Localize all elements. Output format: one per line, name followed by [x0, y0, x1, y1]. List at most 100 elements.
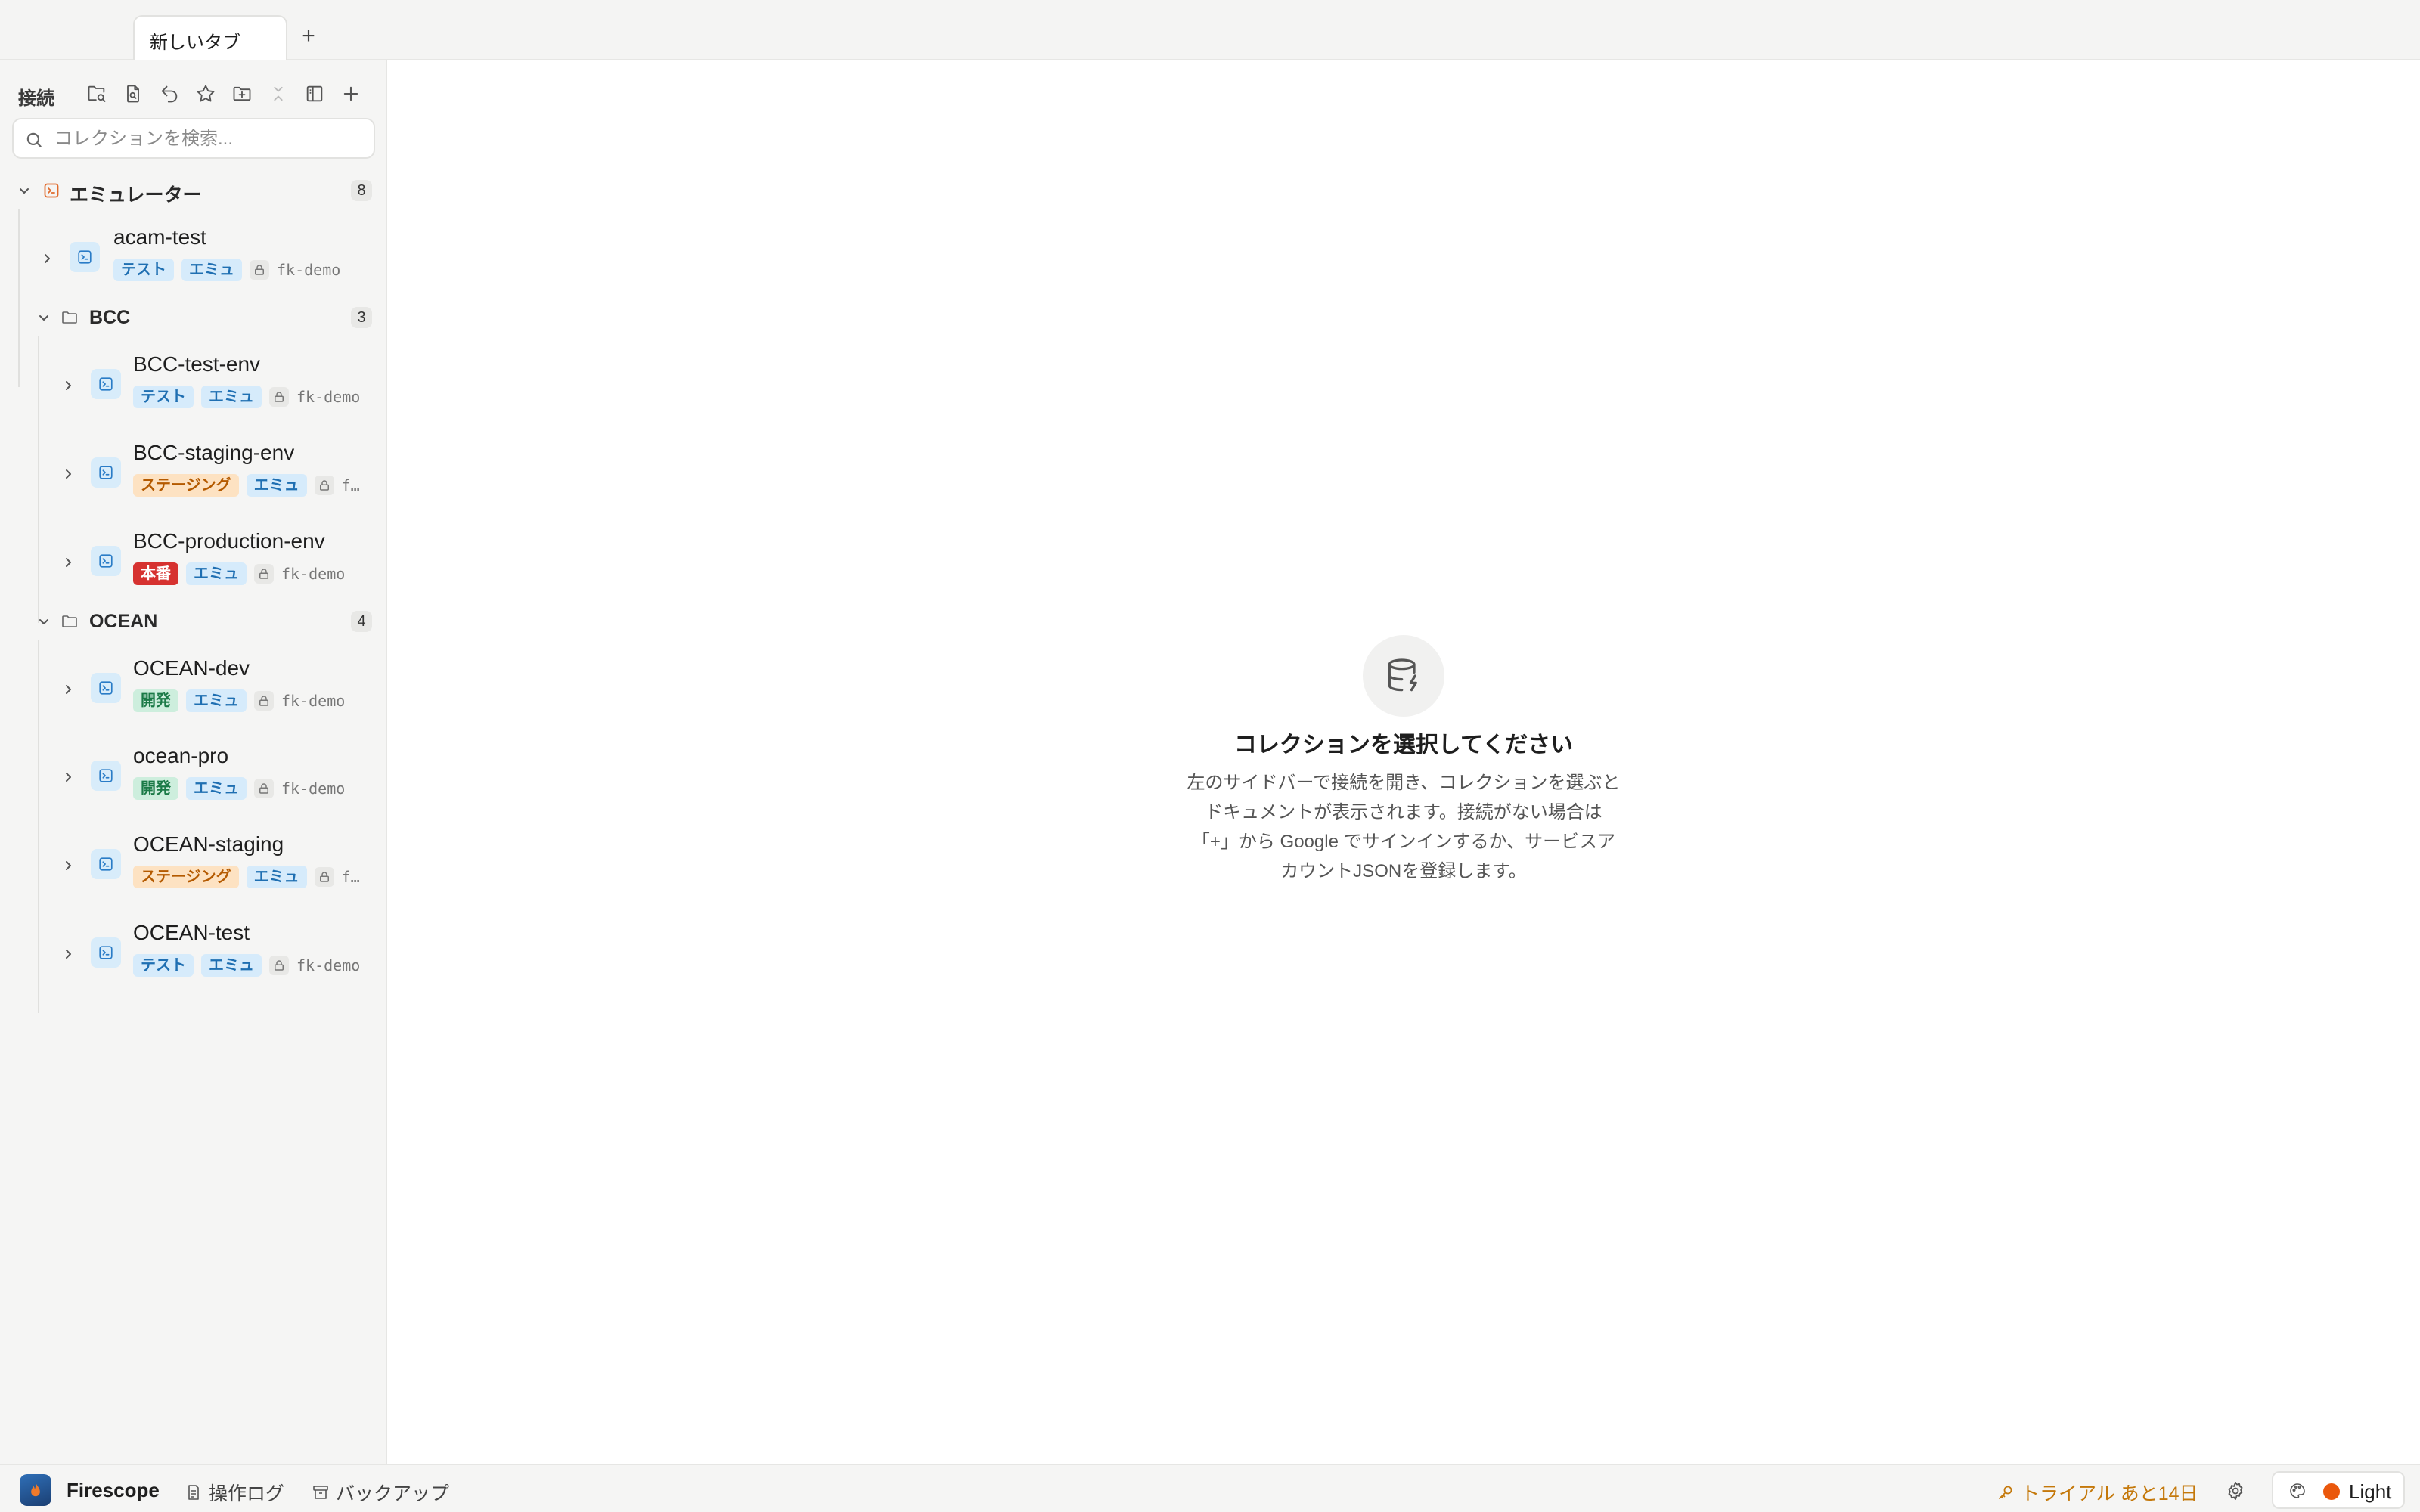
empty-state-description: 左のサイドバーで接続を開き、コレクションを選ぶと ドキュメントが表示されます。接…	[1177, 768, 1630, 886]
connection-name: BCC-production-env	[133, 529, 325, 553]
folder-icon	[62, 311, 77, 324]
connection-bcc-test-env[interactable]: BCC-test-env テスト エミュ fk-demo	[59, 352, 386, 428]
group-label: OCEAN	[89, 611, 158, 632]
connection-name: OCEAN-test	[133, 921, 250, 944]
emulator-tag: エミュ	[186, 689, 247, 712]
plus-icon	[343, 86, 358, 101]
palette-icon	[2290, 1483, 2305, 1498]
connection-acam-test[interactable]: acam-test テスト エミュ fk-demo	[38, 225, 386, 301]
emulator-tag: エミュ	[186, 777, 247, 800]
chevron-down-icon[interactable]	[35, 308, 53, 327]
emulator-tag: エミュ	[201, 954, 262, 977]
project-id: fk-demo	[281, 565, 346, 583]
folder-icon	[62, 615, 77, 627]
chevron-right-icon[interactable]	[59, 553, 77, 572]
connection-name: BCC-test-env	[133, 352, 261, 376]
chevron-down-icon[interactable]	[15, 181, 33, 200]
emulator-icon	[91, 937, 121, 968]
lock-icon	[269, 387, 289, 407]
env-tag: 本番	[133, 562, 178, 585]
emulator-icon	[44, 183, 59, 198]
theme-toggle-button[interactable]: Light	[2272, 1471, 2405, 1509]
group-label: BCC	[89, 307, 131, 328]
trial-label: トライアル あと14日	[2021, 1483, 2198, 1504]
lock-icon	[254, 564, 274, 584]
chevron-right-icon[interactable]	[59, 768, 77, 786]
operation-log-label: 操作ログ	[209, 1483, 285, 1504]
chevron-right-icon[interactable]	[59, 857, 77, 875]
tab-bar: 新しいタブ +	[0, 0, 2420, 60]
chevron-right-icon[interactable]	[59, 945, 77, 963]
emulator-tag: エミュ	[182, 259, 242, 281]
empty-desc-line: ドキュメントが表示されます。接続がない場合は	[1205, 802, 1602, 823]
status-bar: Firescope 操作ログ バックアップ トライアル あと14日 Light	[0, 1464, 2420, 1512]
chevron-down-icon[interactable]	[35, 612, 53, 631]
project-id: f…	[341, 868, 360, 886]
operation-log-button[interactable]: 操作ログ	[185, 1479, 284, 1506]
folder-plus-icon[interactable]	[230, 82, 254, 106]
group-bcc[interactable]: BCC 3	[0, 301, 387, 334]
theme-color-dot	[2323, 1483, 2340, 1500]
emulator-icon	[70, 242, 100, 272]
folder-search-icon[interactable]	[85, 82, 109, 106]
backup-button[interactable]: バックアップ	[312, 1479, 449, 1506]
env-tag: ステージング	[133, 866, 239, 888]
tab-new[interactable]: 新しいタブ	[133, 15, 287, 60]
log-icon	[188, 1485, 199, 1500]
star-icon[interactable]	[194, 82, 218, 106]
connection-name: BCC-staging-env	[133, 441, 295, 464]
collection-search[interactable]	[12, 118, 375, 159]
lock-icon	[254, 779, 274, 798]
group-ocean[interactable]: OCEAN 4	[0, 605, 387, 638]
group-emulator[interactable]: エミュレーター 8	[0, 174, 387, 207]
lock-icon	[269, 956, 289, 975]
main-content: コレクションを選択してください 左のサイドバーで接続を開き、コレクションを選ぶと…	[389, 60, 2420, 1464]
file-search-icon[interactable]	[121, 82, 145, 106]
connection-name: acam-test	[113, 225, 206, 249]
connection-name: OCEAN-staging	[133, 832, 284, 856]
group-count-badge: 8	[351, 180, 372, 201]
connection-bcc-production-env[interactable]: BCC-production-env 本番 エミュ fk-demo	[59, 529, 386, 605]
tree-guide	[38, 640, 39, 1013]
gear-icon[interactable]	[2225, 1480, 2246, 1501]
connection-ocean-dev[interactable]: OCEAN-dev 開発 エミュ fk-demo	[59, 656, 386, 732]
chevron-right-icon[interactable]	[38, 249, 56, 268]
sidebar: 接続 エミュレーター 8	[0, 60, 387, 1464]
emulator-icon	[91, 369, 121, 399]
connection-ocean-pro[interactable]: ocean-pro 開発 エミュ fk-demo	[59, 744, 386, 820]
project-id: fk-demo	[296, 956, 361, 974]
emulator-icon	[91, 546, 121, 576]
panel-icon[interactable]	[302, 82, 327, 106]
env-tag: ステージング	[133, 474, 239, 497]
emulator-tag: エミュ	[246, 866, 307, 888]
env-tag: テスト	[133, 386, 194, 408]
search-input[interactable]	[54, 125, 365, 153]
empty-desc-line: 「+」から Google でサインインするか、サービスア	[1191, 832, 1616, 852]
undo-icon[interactable]	[157, 82, 182, 106]
lock-icon	[250, 260, 269, 280]
chevron-right-icon[interactable]	[59, 680, 77, 699]
collapse-icon[interactable]	[266, 82, 290, 106]
trial-status-button[interactable]: トライアル あと14日	[1996, 1479, 2198, 1506]
chevron-right-icon[interactable]	[59, 376, 77, 395]
backup-label: バックアップ	[336, 1483, 450, 1504]
group-label: エミュレーター	[70, 184, 202, 206]
emulator-tag: エミュ	[246, 474, 307, 497]
emulator-icon	[91, 673, 121, 703]
add-connection-button[interactable]	[339, 82, 363, 106]
database-bolt-icon	[1363, 635, 1444, 717]
empty-desc-line: カウントJSONを登録します。	[1280, 861, 1527, 881]
search-icon	[26, 132, 42, 147]
connection-ocean-staging[interactable]: OCEAN-staging ステージング エミュ f…	[59, 832, 386, 908]
tree-guide	[18, 209, 20, 387]
lock-icon	[314, 867, 334, 887]
sidebar-title: 接続	[18, 88, 54, 109]
emulator-icon	[91, 849, 121, 879]
tree-guide	[38, 336, 39, 623]
add-tab-button[interactable]: +	[296, 24, 321, 48]
chevron-right-icon[interactable]	[59, 465, 77, 483]
connection-ocean-test[interactable]: OCEAN-test テスト エミュ fk-demo	[59, 921, 386, 996]
empty-desc-line: 左のサイドバーで接続を開き、コレクションを選ぶと	[1187, 773, 1621, 793]
connection-bcc-staging-env[interactable]: BCC-staging-env ステージング エミュ f…	[59, 441, 386, 516]
env-tag: 開発	[133, 777, 178, 800]
